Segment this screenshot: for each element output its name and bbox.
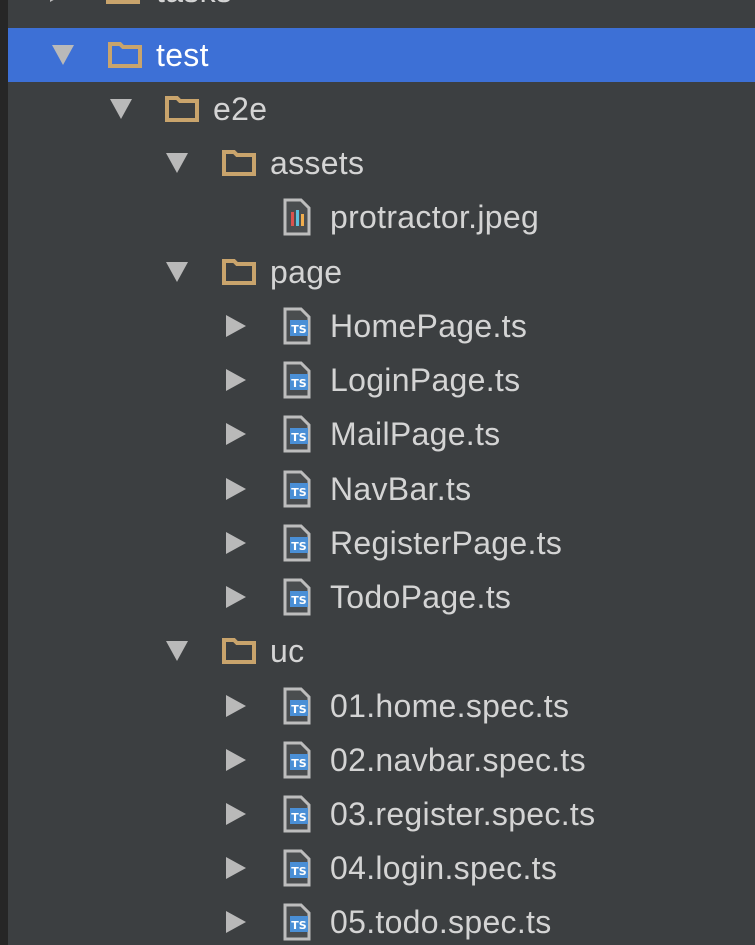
chevron-right-icon[interactable] [226,586,246,608]
tree-row-05-todo-spec-ts[interactable]: TS 05.todo.spec.ts [8,895,755,945]
tree-row-mailpage-ts[interactable]: TS MailPage.ts [8,407,755,461]
typescript-file-icon: TS [283,741,311,779]
chevron-down-icon[interactable] [166,641,188,661]
tree-item-label: page [270,254,343,290]
tree-item-label: 01.home.spec.ts [330,688,570,724]
tree-row-todopage-ts[interactable]: TS TodoPage.ts [8,570,755,624]
folder-icon [106,0,140,4]
image-file-icon [283,198,311,236]
chevron-right-icon[interactable] [50,0,70,2]
tree-row-e2e[interactable]: e2e [8,82,755,136]
chevron-right-icon[interactable] [226,423,246,445]
tree-row-registerpage-ts[interactable]: TS RegisterPage.ts [8,516,755,570]
chevron-down-icon[interactable] [52,45,74,65]
svg-text:TS: TS [291,919,307,932]
chevron-right-icon[interactable] [226,532,246,554]
tree-item-label: e2e [213,91,268,127]
chevron-down-icon[interactable] [166,153,188,173]
chevron-right-icon[interactable] [226,857,246,879]
tree-item-label: MailPage.ts [330,416,501,452]
tree-item-label: RegisterPage.ts [330,525,563,561]
chevron-down-icon[interactable] [110,99,132,119]
tree-item-label: 04.login.spec.ts [330,850,558,886]
tree-item-label: protractor.jpeg [330,199,540,235]
folder-icon [222,150,256,176]
tree-row-01-home-spec-ts[interactable]: TS 01.home.spec.ts [8,679,755,733]
tree-item-label: NavBar.ts [330,471,472,507]
tree-item-label: TodoPage.ts [330,579,512,615]
window-frame: tasks test e2e assets [0,0,755,945]
tree-row-04-login-spec-ts[interactable]: TS 04.login.spec.ts [8,841,755,895]
tree-item-label: tasks [156,0,232,10]
typescript-file-icon: TS [283,687,311,725]
tree-item-label: 02.navbar.spec.ts [330,742,586,778]
chevron-right-icon[interactable] [226,478,246,500]
svg-text:TS: TS [291,865,307,878]
typescript-file-icon: TS [283,415,311,453]
tree-item-label: 05.todo.spec.ts [330,904,552,940]
tree-item-label: HomePage.ts [330,308,528,344]
folder-icon [222,259,256,285]
tree-row-navbar-ts[interactable]: TS NavBar.ts [8,462,755,516]
typescript-file-icon: TS [283,307,311,345]
svg-text:TS: TS [291,594,307,607]
tree-item-label: assets [270,145,365,181]
svg-text:TS: TS [291,377,307,390]
chevron-right-icon[interactable] [226,315,246,337]
tree-row-page[interactable]: page [8,245,755,299]
typescript-file-icon: TS [283,361,311,399]
svg-text:TS: TS [291,703,307,716]
tree-item-label: test [156,37,209,73]
chevron-right-icon[interactable] [226,911,246,933]
typescript-file-icon: TS [283,903,311,941]
folder-icon [165,96,199,122]
svg-text:TS: TS [291,757,307,770]
chevron-right-icon[interactable] [226,749,246,771]
svg-text:TS: TS [291,431,307,444]
svg-text:TS: TS [291,811,307,824]
typescript-file-icon: TS [283,578,311,616]
svg-text:TS: TS [291,323,307,336]
tree-row-03-register-spec-ts[interactable]: TS 03.register.spec.ts [8,787,755,841]
chevron-right-icon[interactable] [226,695,246,717]
tree-row-protractor-jpeg[interactable]: protractor.jpeg [8,190,755,244]
tree-row-homepage-ts[interactable]: TS HomePage.ts [8,299,755,353]
typescript-file-icon: TS [283,849,311,887]
tree-item-label: LoginPage.ts [330,362,521,398]
tree-row-tasks[interactable]: tasks [8,0,755,18]
tree-row-test[interactable]: test [8,28,755,82]
tree-item-label: uc [270,633,305,669]
chevron-down-icon[interactable] [166,262,188,282]
typescript-file-icon: TS [283,795,311,833]
svg-text:TS: TS [291,486,307,499]
chevron-right-icon[interactable] [226,803,246,825]
tree-row-uc[interactable]: uc [8,624,755,678]
tree-row-loginpage-ts[interactable]: TS LoginPage.ts [8,353,755,407]
typescript-file-icon: TS [283,524,311,562]
project-tree: tasks test e2e assets [8,0,755,945]
folder-icon [222,638,256,664]
typescript-file-icon: TS [283,470,311,508]
svg-text:TS: TS [291,540,307,553]
tree-row-02-navbar-spec-ts[interactable]: TS 02.navbar.spec.ts [8,733,755,787]
chevron-right-icon[interactable] [226,369,246,391]
tree-row-assets[interactable]: assets [8,136,755,190]
folder-icon [108,42,142,68]
tree-item-label: 03.register.spec.ts [330,796,596,832]
